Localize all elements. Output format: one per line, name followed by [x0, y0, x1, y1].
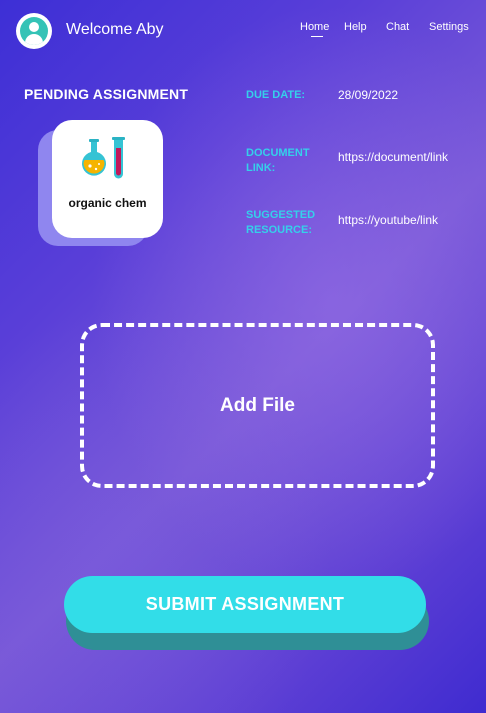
suggested-resource-label-line2: RESOURCE:	[246, 224, 313, 236]
document-link-label-line1: DOCUMENT	[246, 147, 310, 159]
chemistry-flask-icon	[82, 137, 125, 179]
nav-chat[interactable]: Chat	[386, 21, 409, 33]
submit-assignment-button[interactable]: SUBMIT ASSIGNMENT	[64, 576, 426, 633]
user-icon	[20, 17, 48, 45]
welcome-text: Welcome Aby	[66, 21, 164, 38]
document-link-label: DOCUMENT LINK:	[246, 146, 310, 176]
document-link[interactable]: https://document/link	[338, 150, 448, 164]
add-file-label: Add File	[220, 394, 295, 416]
due-date-value: 28/09/2022	[338, 88, 399, 102]
subject-card[interactable]: organic chem	[52, 120, 163, 238]
subject-name: organic chem	[68, 196, 147, 210]
due-date-label: DUE DATE:	[246, 89, 306, 101]
nav-settings[interactable]: Settings	[429, 21, 469, 33]
document-link-label-line2: LINK:	[246, 162, 276, 174]
suggested-resource-label: SUGGESTED RESOURCE:	[246, 208, 315, 238]
nav-help[interactable]: Help	[344, 21, 367, 33]
avatar[interactable]	[16, 13, 52, 49]
suggested-resource-link[interactable]: https://youtube/link	[338, 213, 438, 227]
nav-home[interactable]: Home	[300, 21, 329, 37]
suggested-resource-label-line1: SUGGESTED	[246, 209, 316, 221]
page-title: PENDING ASSIGNMENT	[24, 86, 189, 102]
add-file-dropzone[interactable]: Add File	[80, 323, 435, 488]
